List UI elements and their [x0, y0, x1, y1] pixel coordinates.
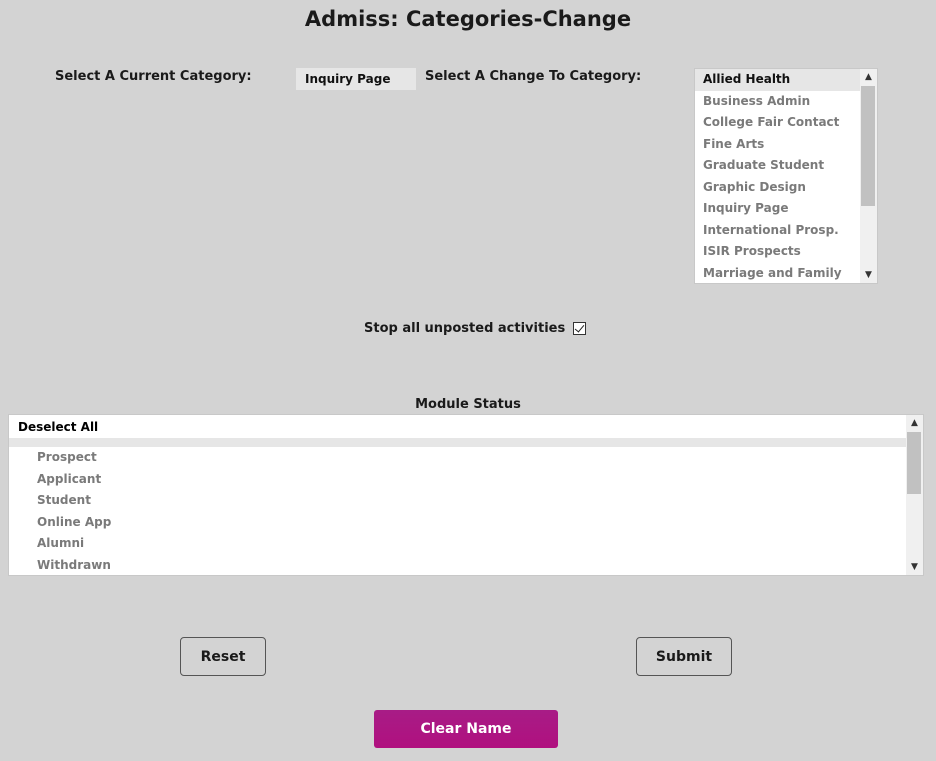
scroll-up-icon[interactable]: ▲	[860, 69, 877, 85]
change-category-listbox[interactable]: Allied Health Business Admin College Fai…	[694, 68, 878, 284]
module-option[interactable]: Alumni	[9, 533, 906, 555]
check-icon	[574, 321, 585, 333]
category-option[interactable]: Fine Arts	[695, 134, 860, 156]
submit-button[interactable]: Submit	[636, 637, 732, 676]
category-option[interactable]: International Prosp.	[695, 220, 860, 242]
scroll-thumb[interactable]	[861, 86, 875, 206]
module-scrollbar[interactable]: ▲ ▼	[906, 415, 923, 575]
reset-button[interactable]: Reset	[180, 637, 266, 676]
category-option[interactable]: Inquiry Page	[695, 198, 860, 220]
clear-name-button[interactable]: Clear Name	[374, 710, 558, 748]
module-option[interactable]: Prospect	[9, 447, 906, 469]
current-category-label: Select A Current Category:	[55, 69, 252, 84]
category-option[interactable]: Graphic Design	[695, 177, 860, 199]
current-category-select[interactable]: Inquiry Page	[296, 68, 416, 90]
category-option[interactable]: Business Admin	[695, 91, 860, 113]
module-option[interactable]: Withdrawn	[9, 555, 906, 576]
module-option[interactable]: Student	[9, 490, 906, 512]
scroll-down-icon[interactable]: ▼	[906, 559, 923, 575]
stop-activities-row: Stop all unposted activities	[364, 318, 587, 338]
scroll-thumb[interactable]	[907, 432, 921, 494]
module-status-listbox[interactable]: Deselect All Prospect Applicant Student …	[8, 414, 924, 576]
scroll-up-icon[interactable]: ▲	[906, 415, 923, 431]
module-option[interactable]: Online App	[9, 512, 906, 534]
change-category-label: Select A Change To Category:	[425, 69, 642, 84]
category-option[interactable]: Marriage and Family	[695, 263, 860, 284]
module-option[interactable]: Applicant	[9, 469, 906, 491]
category-option[interactable]: Allied Health	[695, 69, 860, 91]
deselect-all-option[interactable]: Deselect All	[9, 415, 906, 438]
page-title: Admiss: Categories-Change	[304, 7, 632, 31]
stop-activities-label: Stop all unposted activities	[364, 320, 566, 336]
stop-activities-checkbox[interactable]	[573, 321, 587, 335]
category-option[interactable]: College Fair Contact	[695, 112, 860, 134]
module-status-title: Module Status	[415, 397, 521, 412]
category-option[interactable]: Graduate Student	[695, 155, 860, 177]
category-scrollbar[interactable]: ▲ ▼	[860, 69, 877, 283]
category-option[interactable]: ISIR Prospects	[695, 241, 860, 263]
list-divider	[9, 438, 906, 447]
scroll-down-icon[interactable]: ▼	[860, 267, 877, 283]
